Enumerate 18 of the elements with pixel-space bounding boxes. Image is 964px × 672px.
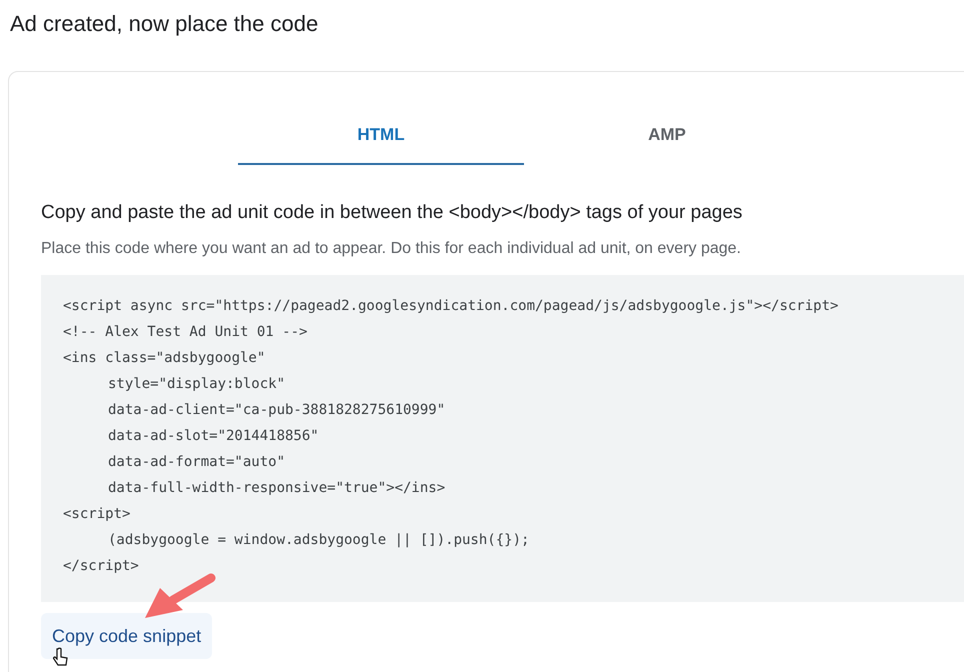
copy-code-button[interactable]: Copy code snippet [41,613,212,659]
code-line: <script> [63,505,130,524]
code-line: <ins class="adsbygoogle" [63,349,266,368]
code-line: <!-- Alex Test Ad Unit 01 --> [63,323,308,342]
code-line: data-ad-client="ca-pub-3881828275610999" [108,401,446,420]
description: Place this code where you want an ad to appear. Do this for each individual ad unit, on every page. [41,239,741,259]
code-line: data-ad-format="auto" [108,453,286,472]
code-line: </script> [63,557,139,576]
tab[interactable]: AMP [524,116,810,165]
code-line: style="display:block" [108,375,286,394]
code-line: (adsbygoogle = window.adsbygoogle || []).push({}); [108,531,530,550]
section-heading: Copy and paste the ad unit code in between the <body></body> tags of your pages [41,201,742,225]
code-line: data-ad-slot="2014418856" [108,427,319,446]
code-line: data-full-width-responsive="true"></ins> [108,479,446,498]
page-title: Ad created, now place the code [10,10,318,38]
code-line: <script async src="https://pagead2.googlesyndication.com/pagead/js/adsbygoogle.js"></script> [63,297,838,316]
hand-cursor-icon [53,647,69,667]
tab[interactable]: HTML [238,116,524,165]
